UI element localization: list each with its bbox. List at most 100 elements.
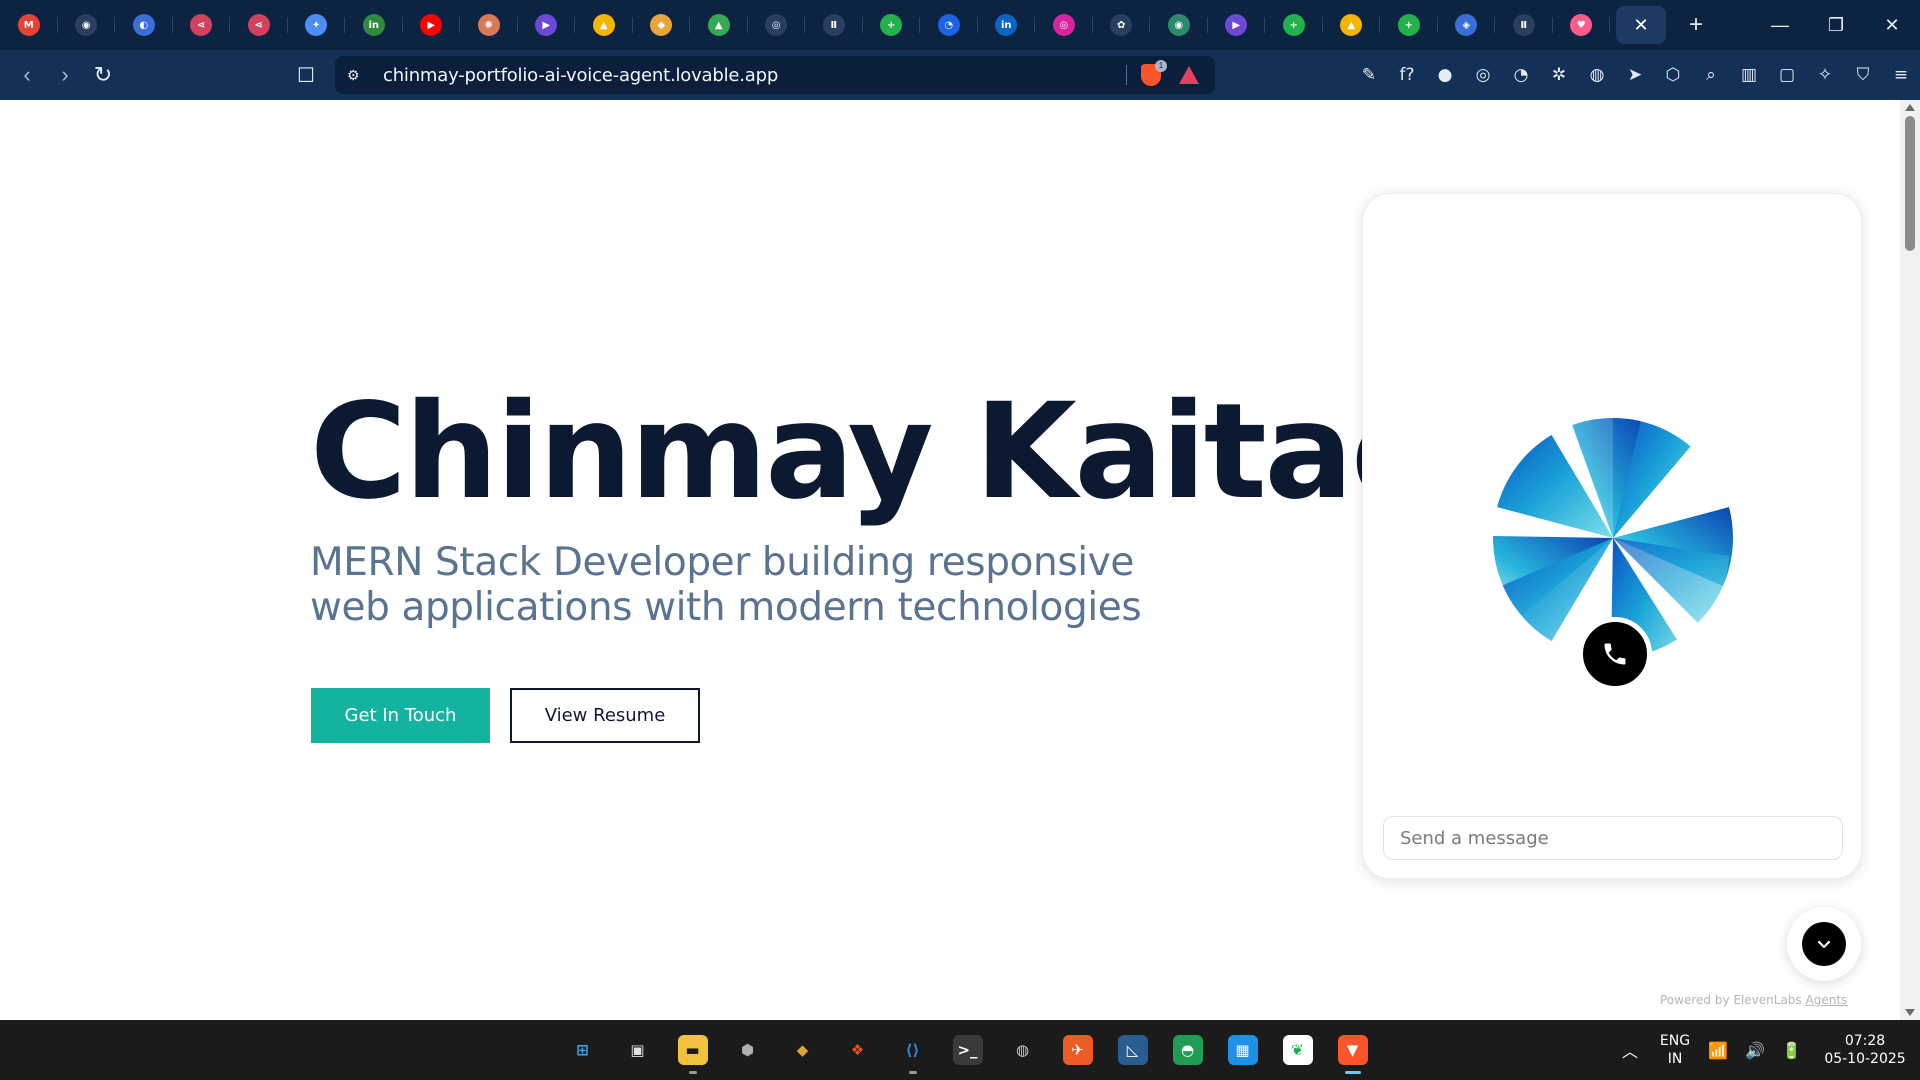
extension-icon[interactable]: ✧: [1806, 56, 1844, 94]
browser-tab[interactable]: ⋖: [173, 0, 231, 50]
instagram-icon: ◎: [1052, 14, 1075, 36]
browser-tab[interactable]: ▲: [690, 0, 748, 50]
browser-tab[interactable]: ◔: [920, 0, 978, 50]
close-tab-icon[interactable]: ✕: [1630, 14, 1652, 36]
browser-tab[interactable]: Ⅱ: [1495, 0, 1553, 50]
browser-tab[interactable]: ▲: [575, 0, 633, 50]
start-call-button[interactable]: [1578, 617, 1652, 691]
browser-tab[interactable]: ◈: [1438, 0, 1496, 50]
view-resume-button[interactable]: View Resume: [510, 688, 700, 743]
extension-icon[interactable]: ≡: [1882, 56, 1920, 94]
taskbar-app[interactable]: ❖: [830, 1020, 885, 1080]
browser-tab[interactable]: ✺: [460, 0, 518, 50]
widget-toggle-button[interactable]: [1787, 907, 1861, 981]
browser-tab[interactable]: in: [345, 0, 403, 50]
brave-icon: ▼: [1337, 1035, 1368, 1065]
taskbar-app[interactable]: ⊞: [555, 1020, 610, 1080]
plus-icon: +: [1282, 14, 1305, 36]
browser-tab[interactable]: ✦: [288, 0, 346, 50]
browser-tab[interactable]: ▶: [518, 0, 576, 50]
browser-tab[interactable]: +: [1380, 0, 1438, 50]
extension-icon[interactable]: ◔: [1502, 56, 1540, 94]
drive-icon: ▲: [707, 14, 730, 36]
extension-icon[interactable]: ▢: [1768, 56, 1806, 94]
docker-icon: ▦: [1227, 1035, 1258, 1065]
extension-icon[interactable]: ▥: [1730, 56, 1768, 94]
hero-name: Chinmay Kaitade: [310, 375, 1532, 529]
taskbar-app[interactable]: ⟨⟩: [885, 1020, 940, 1080]
page-scrollbar[interactable]: [1900, 100, 1920, 1020]
lovable-icon: ♥: [1570, 14, 1593, 36]
url-text[interactable]: chinmay-portfolio-ai-voice-agent.lovable…: [383, 65, 778, 86]
agents-link[interactable]: Agents: [1806, 993, 1848, 1007]
scroll-up-arrow-icon[interactable]: [1905, 104, 1915, 111]
taskbar-app[interactable]: ▬: [665, 1020, 720, 1080]
share-icon: ⋖: [247, 14, 270, 36]
quick-settings[interactable]: 📶 🔊 🔋: [1700, 1041, 1810, 1060]
browser-tab[interactable]: ✿: [1093, 0, 1151, 50]
extension-icon[interactable]: f?: [1388, 56, 1426, 94]
browser-tab[interactable]: +: [863, 0, 921, 50]
get-in-touch-button[interactable]: Get In Touch: [311, 688, 490, 743]
taskbar-app[interactable]: ◓: [1160, 1020, 1215, 1080]
gemini-icon: ✦: [305, 14, 328, 36]
browser-tab[interactable]: ▲: [1323, 0, 1381, 50]
extension-icon[interactable]: ⌕: [1692, 56, 1730, 94]
taskbar-app[interactable]: ◺: [1105, 1020, 1160, 1080]
taskbar-app[interactable]: >_: [940, 1020, 995, 1080]
git-icon: ◆: [787, 1035, 818, 1065]
vscode-icon: ⟨⟩: [897, 1035, 928, 1065]
extension-icon[interactable]: ⛉: [1844, 56, 1882, 94]
browser-tab[interactable]: ⋖: [230, 0, 288, 50]
browser-tab[interactable]: +: [1265, 0, 1323, 50]
minimize-button[interactable]: —: [1752, 0, 1808, 50]
browser-tab[interactable]: ◎: [748, 0, 806, 50]
browser-tab[interactable]: in: [978, 0, 1036, 50]
extension-icon[interactable]: ✎: [1350, 56, 1388, 94]
browser-tab[interactable]: ◐: [115, 0, 173, 50]
extension-icon[interactable]: ✲: [1540, 56, 1578, 94]
close-window-button[interactable]: ✕: [1864, 0, 1920, 50]
scroll-down-arrow-icon[interactable]: [1905, 1009, 1915, 1016]
running-indicator: [1344, 1071, 1361, 1074]
clock[interactable]: 07:28 05-10-2025: [1810, 1032, 1920, 1068]
taskbar-app[interactable]: ⬢: [720, 1020, 775, 1080]
language-indicator[interactable]: ENG IN: [1650, 1032, 1700, 1068]
browser-tab[interactable]: ▶: [1208, 0, 1266, 50]
browser-tab[interactable]: ◎: [1035, 0, 1093, 50]
forward-button[interactable]: ›: [46, 56, 84, 94]
browser-tab[interactable]: M: [0, 0, 58, 50]
browser-tab[interactable]: ♥: [1553, 0, 1611, 50]
browser-tab-bar: M ◉ ◐ ⋖ ⋖ ✦ in ▶ ✺ ▶ ▲ ◆ ▲ ◎ Ⅱ + ◔ in ◎ ✿ ◉ ▶ + ▲ + ◈ Ⅱ ♥ ✕ + — ❐ ✕: [0, 0, 1920, 50]
restore-button[interactable]: ❐: [1808, 0, 1864, 50]
taskbar-app[interactable]: ▦: [1215, 1020, 1270, 1080]
taskbar-app[interactable]: ✈: [1050, 1020, 1105, 1080]
obs-icon: ◍: [1007, 1035, 1038, 1065]
brave-rewards-icon[interactable]: [1179, 66, 1199, 84]
new-tab-button[interactable]: +: [1672, 0, 1720, 50]
taskbar-app[interactable]: ❦: [1270, 1020, 1325, 1080]
extension-icon[interactable]: ⬡: [1654, 56, 1692, 94]
browser-tab[interactable]: Ⅱ: [805, 0, 863, 50]
address-bar[interactable]: ⚙ chinmay-portfolio-ai-voice-agent.lovab…: [335, 56, 1215, 94]
extension-icon[interactable]: ◍: [1578, 56, 1616, 94]
taskbar-app[interactable]: ▼: [1325, 1020, 1380, 1080]
taskbar-app[interactable]: ◆: [775, 1020, 830, 1080]
browser-tab[interactable]: ◆: [633, 0, 691, 50]
extension-icon[interactable]: ◎: [1464, 56, 1502, 94]
taskbar-app[interactable]: ◍: [995, 1020, 1050, 1080]
bookmark-icon[interactable]: ☐: [294, 56, 318, 94]
browser-tab[interactable]: ◉: [1150, 0, 1208, 50]
tray-overflow-icon[interactable]: ︿: [1610, 1038, 1650, 1062]
browser-tab[interactable]: ◉: [58, 0, 116, 50]
site-settings-icon[interactable]: ⚙: [347, 67, 367, 84]
extension-icon[interactable]: ●: [1426, 56, 1464, 94]
message-input[interactable]: [1383, 816, 1843, 860]
taskbar-app[interactable]: ▣: [610, 1020, 665, 1080]
back-button[interactable]: ‹: [8, 56, 46, 94]
tab-active[interactable]: ✕: [1616, 6, 1666, 44]
extension-icon[interactable]: ➤: [1616, 56, 1654, 94]
browser-tab[interactable]: ▶: [403, 0, 461, 50]
reload-button[interactable]: ↻: [84, 56, 122, 94]
scrollbar-thumb[interactable]: [1905, 116, 1915, 251]
